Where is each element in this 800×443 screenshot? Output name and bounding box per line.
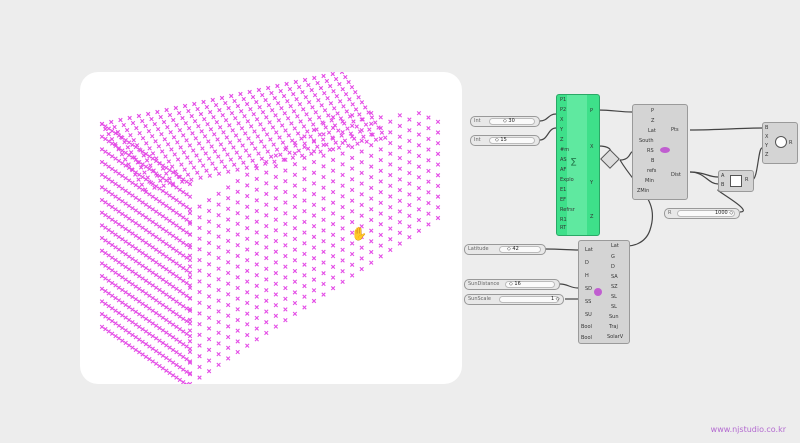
input-port-label[interactable]: Lat (585, 248, 593, 253)
solar-icon (660, 147, 670, 153)
input-port-label[interactable]: Bool (581, 325, 592, 330)
sundistance-slider[interactable]: SunDistance ◇ 16 (464, 279, 560, 290)
output-port-label[interactable]: Y (590, 181, 593, 186)
output-port-label[interactable]: P (590, 109, 593, 114)
input-port-label[interactable]: P2 (560, 108, 566, 113)
input-port-label[interactable]: refs (647, 169, 656, 174)
output-port-label[interactable]: SL (611, 295, 617, 300)
input-port-label[interactable]: Explo (560, 178, 574, 183)
sunscale-slider[interactable]: SunScale 1 ◇ (464, 294, 564, 305)
int-slider-15[interactable]: Int ◇ 15 (470, 135, 540, 146)
slider-value[interactable]: 1 ◇ (551, 295, 560, 304)
input-port-label[interactable]: Z (651, 119, 654, 124)
input-port-label[interactable]: SD (585, 287, 592, 292)
gradient-component[interactable]: A B R (718, 170, 754, 192)
expression-icon: ∑ (571, 157, 577, 166)
input-port-label[interactable]: SU (585, 313, 592, 318)
input-port-label[interactable]: RT (560, 226, 566, 231)
input-port-label[interactable]: RS (647, 149, 654, 154)
input-port-label[interactable]: E1 (560, 188, 566, 193)
watermark: www.njstudio.co.kr (710, 425, 786, 434)
input-port-label[interactable]: AS (560, 158, 567, 163)
output-port-label[interactable]: R (789, 141, 792, 146)
input-port-label[interactable]: AF (560, 168, 566, 173)
slider-value[interactable]: ◇ 16 (509, 280, 521, 289)
input-port-label[interactable]: South (639, 139, 654, 144)
sphere-icon (775, 136, 787, 148)
input-port-label[interactable]: Bool (581, 336, 592, 341)
input-port-label[interactable]: Min (645, 179, 654, 184)
input-port-label[interactable]: B (651, 159, 654, 164)
input-port-label[interactable]: B (721, 183, 724, 188)
grasshopper-canvas[interactable]: ✋ Int ◇ 30 Int ◇ 15 Latitude ◇ 42 SunDis… (0, 0, 800, 443)
gradient-icon (730, 175, 742, 187)
output-port-label[interactable]: SolarV (607, 335, 623, 340)
slider-value[interactable]: 1000 ◇ (715, 209, 733, 218)
input-port-label[interactable]: H (585, 274, 589, 279)
input-port-label[interactable]: ZMin (637, 189, 649, 194)
green-component[interactable]: P1 P2 X Y Z #m AS AF Explo E1 EF Refrsr … (556, 94, 600, 236)
input-port-label[interactable]: A (721, 174, 724, 179)
input-port-label[interactable]: Y (765, 144, 768, 149)
output-port-label[interactable]: Sun (609, 315, 619, 320)
slider-value[interactable]: ◇ 30 (503, 117, 515, 126)
latitude-slider[interactable]: Latitude ◇ 42 (464, 244, 546, 255)
input-port-label[interactable]: X (560, 118, 563, 123)
output-port-label[interactable]: Traj (609, 325, 618, 330)
output-port-label[interactable]: D (611, 265, 615, 270)
wires (539, 109, 763, 300)
input-port-label[interactable]: B (765, 126, 768, 131)
output-port-label[interactable]: SZ (611, 285, 618, 290)
solar-icon (594, 288, 602, 296)
input-port-label[interactable]: Refrsr (560, 208, 575, 213)
output-port-label[interactable]: R (745, 178, 748, 183)
input-port-label[interactable]: R1 (560, 218, 567, 223)
input-port-label[interactable]: #m (560, 148, 569, 153)
input-port-label[interactable]: X (765, 135, 768, 140)
slider-value[interactable]: ◇ 42 (507, 245, 519, 254)
input-port-label[interactable]: P (651, 109, 654, 114)
output-port-label[interactable]: Pts (671, 128, 679, 133)
output-port-label[interactable]: SL (611, 305, 617, 310)
int-slider-30[interactable]: Int ◇ 30 (470, 116, 540, 127)
input-port-label[interactable]: Z (765, 153, 768, 158)
sun-component[interactable]: P Z Lat South RS B refs Min ZMin Pts Dis… (632, 104, 688, 200)
slider-label: SunScale (468, 296, 491, 302)
input-port-label[interactable]: Z (560, 138, 563, 143)
solar-component[interactable]: Lat D H SD SS SU Bool Bool Lat G D SA SZ… (578, 240, 630, 344)
output-port-label[interactable]: Lat (611, 244, 619, 249)
merge-component[interactable]: B X Y Z R (762, 122, 798, 164)
output-port-label[interactable]: SA (611, 275, 618, 280)
r-slider[interactable]: R 1000 ◇ (664, 208, 740, 219)
output-port-label[interactable]: Z (590, 215, 593, 220)
slider-value[interactable]: ◇ 15 (495, 136, 507, 145)
input-port-label[interactable]: D (585, 261, 589, 266)
slider-label: SunDistance (468, 281, 500, 287)
slider-label: Latitude (468, 246, 489, 252)
output-port-label[interactable]: G (611, 255, 615, 260)
output-port-label[interactable]: Dist (671, 173, 681, 178)
input-port-label[interactable]: SS (585, 300, 591, 305)
input-port-label[interactable]: Y (560, 128, 563, 133)
slider-label: R (668, 210, 672, 216)
slider-label: Int (474, 118, 481, 124)
input-port-label[interactable]: P1 (560, 98, 566, 103)
input-port-label[interactable]: EF (560, 198, 566, 203)
input-port-label[interactable]: Lat (648, 129, 656, 134)
output-port-label[interactable]: X (590, 145, 593, 150)
slider-label: Int (474, 137, 481, 143)
